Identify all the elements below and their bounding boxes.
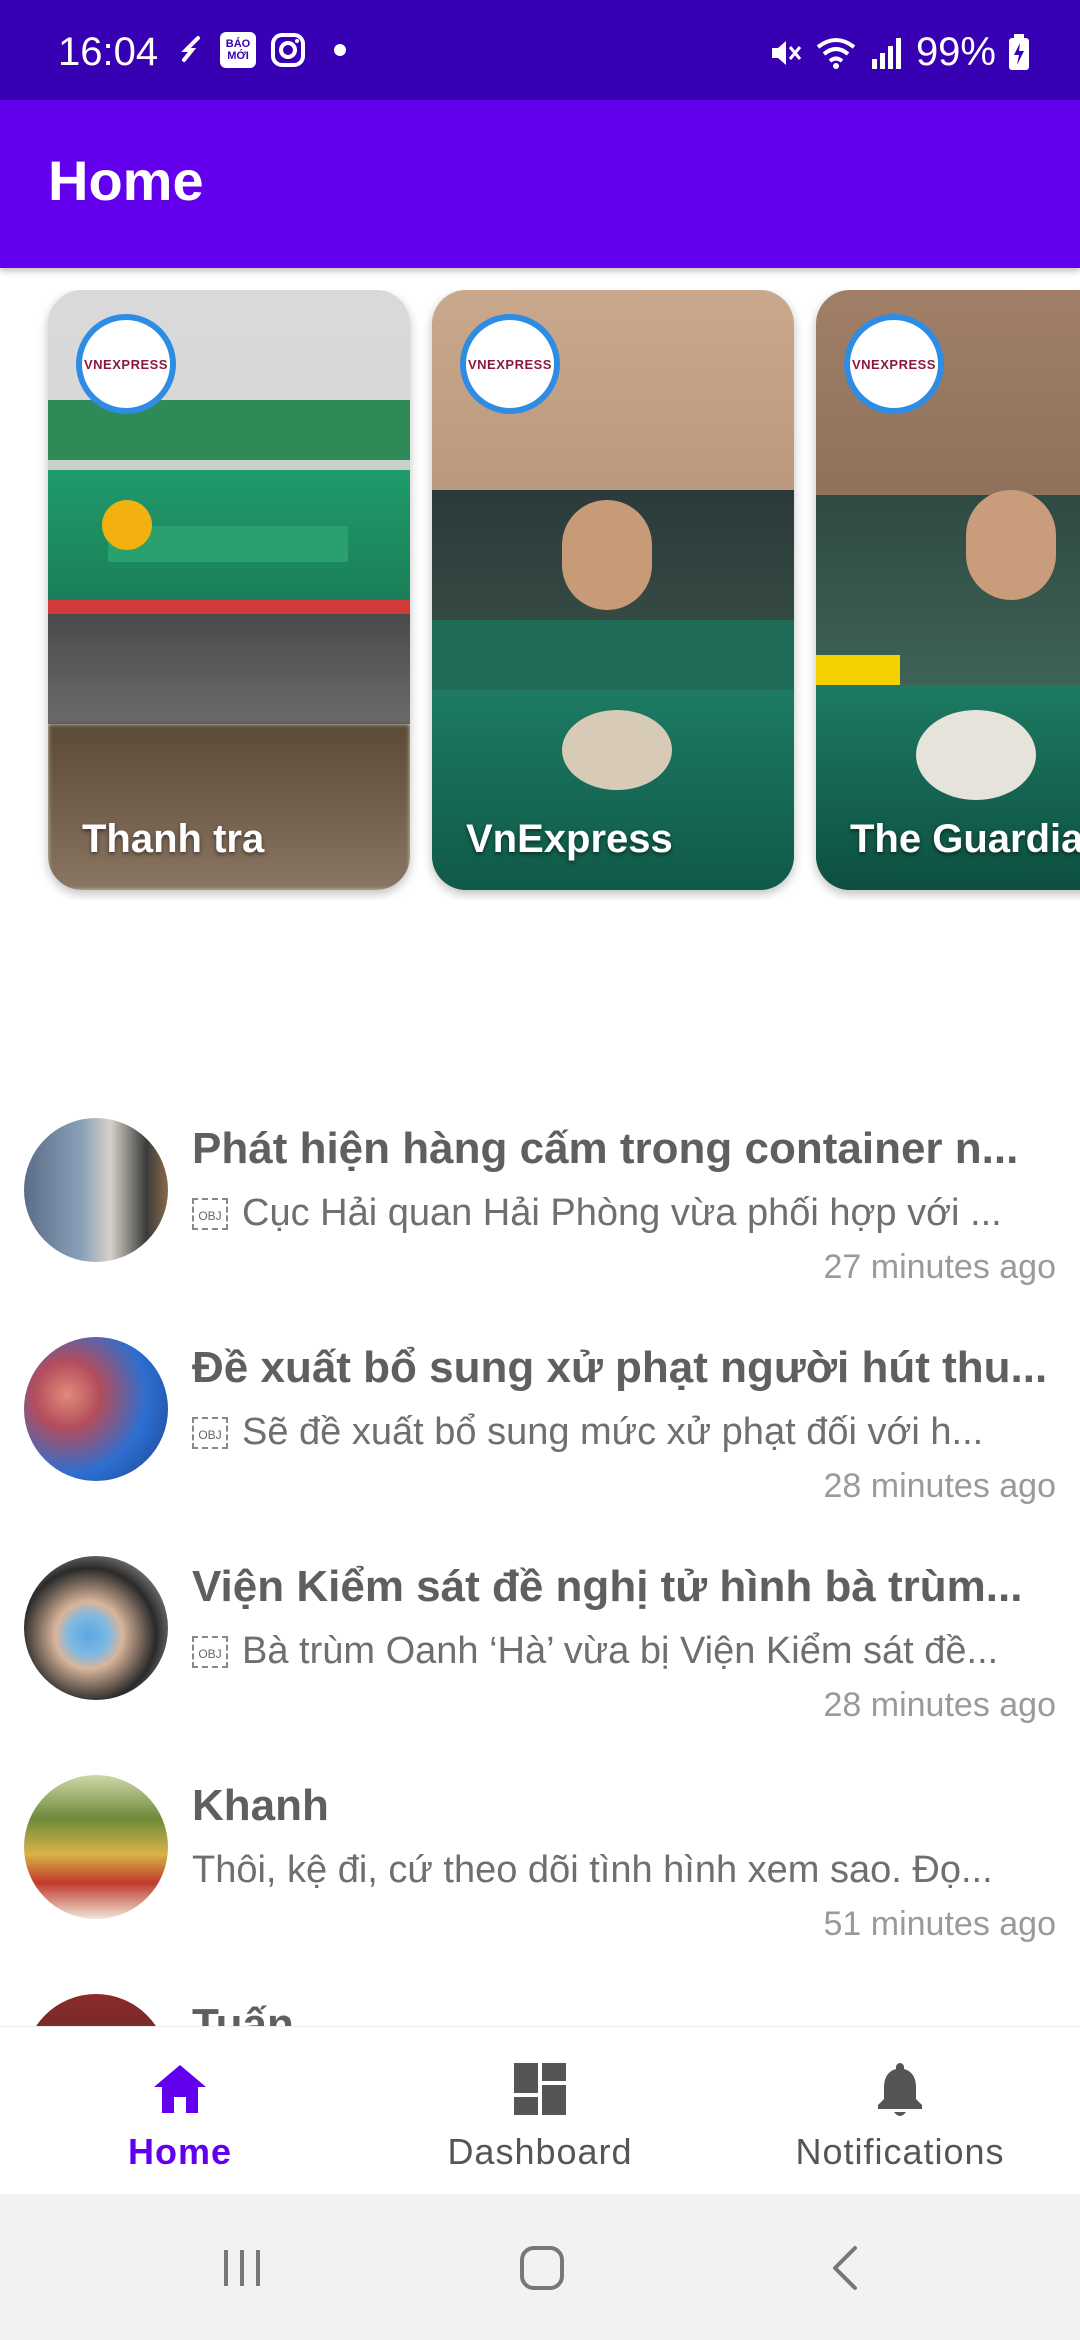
system-navigation-bar xyxy=(0,2194,1080,2340)
back-icon[interactable] xyxy=(815,2236,879,2300)
story-source-avatar: VNEXPRESS xyxy=(460,314,560,414)
list-item-snippet: OBJ Cục Hải quan Hải Phòng vừa phối hợp … xyxy=(192,1192,1056,1235)
wifi-icon xyxy=(816,37,856,69)
vnexpress-logo: VNEXPRESS xyxy=(84,356,168,372)
nav-item-home[interactable]: Home xyxy=(0,2027,360,2195)
baomoi-badge-top: BÁO xyxy=(225,38,251,50)
nav-label-notifications: Notifications xyxy=(795,2131,1005,2172)
list-item[interactable]: Đề xuất bổ sung xử phạt người hút thu...… xyxy=(0,1319,1080,1539)
list-item-time: 28 minutes ago xyxy=(823,1467,1057,1505)
object-placeholder-icon: OBJ xyxy=(192,1635,228,1668)
list-item-thumbnail xyxy=(24,1118,168,1262)
list-item-title: Viện Kiểm sát đề nghị tử hình bà trùm... xyxy=(192,1562,1023,1611)
feed-list[interactable]: Phát hiện hàng cấm trong container n... … xyxy=(0,1100,1080,2026)
nav-label-dashboard: Dashboard xyxy=(447,2131,633,2172)
story-card[interactable]: VNEXPRESS VnExpress xyxy=(432,290,794,890)
list-item-title: Phát hiện hàng cấm trong container n... xyxy=(192,1124,1019,1173)
nav-item-notifications[interactable]: Notifications xyxy=(720,2027,1080,2195)
list-item-thumbnail xyxy=(24,1556,168,1700)
list-item-snippet-text: Cục Hải quan Hải Phòng vừa phối hợp với … xyxy=(242,1192,1002,1234)
signal-icon xyxy=(871,37,901,69)
dashboard-icon xyxy=(514,2063,566,2115)
list-item-snippet-text: Bà trùm Oanh ‘Hà’ vừa bị Viện Kiểm sát đ… xyxy=(242,1630,999,1672)
vnexpress-logo: VNEXPRESS xyxy=(468,356,552,372)
status-time: 16:04 xyxy=(58,30,159,74)
instagram-icon xyxy=(271,33,305,67)
story-label: Thanh tra xyxy=(82,817,265,861)
list-item-snippet-text: Sẽ đề xuất bổ sung mức xử phạt đối với h… xyxy=(242,1411,984,1453)
status-bar: 16:04 BÁO MỚI 99% xyxy=(0,0,1080,100)
list-item[interactable]: Khanh Thôi, kệ đi, cứ theo dõi tình hình… xyxy=(0,1757,1080,1977)
list-item-snippet: OBJ Sẽ đề xuất bổ sung mức xử phạt đối v… xyxy=(192,1411,1056,1454)
nfc-icon xyxy=(181,36,200,62)
home-button-icon[interactable] xyxy=(510,2236,574,2300)
list-item-title: Đề xuất bổ sung xử phạt người hút thu... xyxy=(192,1343,1048,1392)
battery-charging-icon xyxy=(1009,33,1029,70)
story-card[interactable]: VNEXPRESS The Guardian xyxy=(816,290,1080,890)
list-item[interactable]: Phát hiện hàng cấm trong container n... … xyxy=(0,1100,1080,1320)
page-title: Home xyxy=(48,149,204,212)
list-item-thumbnail xyxy=(24,1994,168,2026)
list-item-snippet-text: Thôi, kệ đi, cứ theo dõi tình hình xem s… xyxy=(192,1849,993,1891)
baomoi-icon: BÁO MỚI xyxy=(220,32,256,68)
status-notification-icons: BÁO MỚI xyxy=(178,32,346,68)
list-item-thumbnail xyxy=(24,1337,168,1481)
status-system-icons: 99% xyxy=(766,30,1030,75)
list-item-time: 51 minutes ago xyxy=(823,1905,1057,1943)
bottom-navigation: Home Dashboard Notifications xyxy=(0,2026,1080,2195)
list-item-snippet: OBJ Bà trùm Oanh ‘Hà’ vừa bị Viện Kiểm s… xyxy=(192,1630,1056,1673)
list-item[interactable]: Tuấn xyxy=(0,1976,1080,2026)
object-placeholder-icon: OBJ xyxy=(192,1416,228,1449)
home-icon xyxy=(154,2065,206,2113)
list-item-time: 27 minutes ago xyxy=(823,1248,1057,1286)
battery-percentage: 99% xyxy=(915,30,996,74)
stories-carousel[interactable]: VNEXPRESS Thanh tra VNEXPRESS VnExpress … xyxy=(0,290,1080,900)
list-item-snippet: Thôi, kệ đi, cứ theo dõi tình hình xem s… xyxy=(192,1849,1056,1892)
story-source-avatar: VNEXPRESS xyxy=(76,314,176,414)
object-placeholder-icon: OBJ xyxy=(192,1197,228,1230)
story-card[interactable]: VNEXPRESS Thanh tra xyxy=(48,290,410,890)
list-item-title: Tuấn xyxy=(192,2000,294,2026)
mute-icon xyxy=(771,40,802,65)
story-label: VnExpress xyxy=(466,817,673,861)
list-item-thumbnail xyxy=(24,1775,168,1919)
story-label: The Guardian xyxy=(850,817,1080,861)
vnexpress-logo: VNEXPRESS xyxy=(852,356,936,372)
list-item[interactable]: Viện Kiểm sát đề nghị tử hình bà trùm...… xyxy=(0,1538,1080,1758)
baomoi-badge-bottom: MỚI xyxy=(227,50,249,62)
story-source-avatar: VNEXPRESS xyxy=(844,314,944,414)
nav-label-home: Home xyxy=(127,2131,233,2172)
list-item-title: Khanh xyxy=(192,1781,329,1830)
nav-item-dashboard[interactable]: Dashboard xyxy=(360,2027,720,2195)
recent-apps-icon[interactable] xyxy=(210,2236,274,2300)
dot-icon xyxy=(334,44,346,56)
bell-icon xyxy=(878,2063,922,2116)
app-bar: Home xyxy=(0,100,1080,268)
list-item-time: 28 minutes ago xyxy=(823,1686,1057,1724)
